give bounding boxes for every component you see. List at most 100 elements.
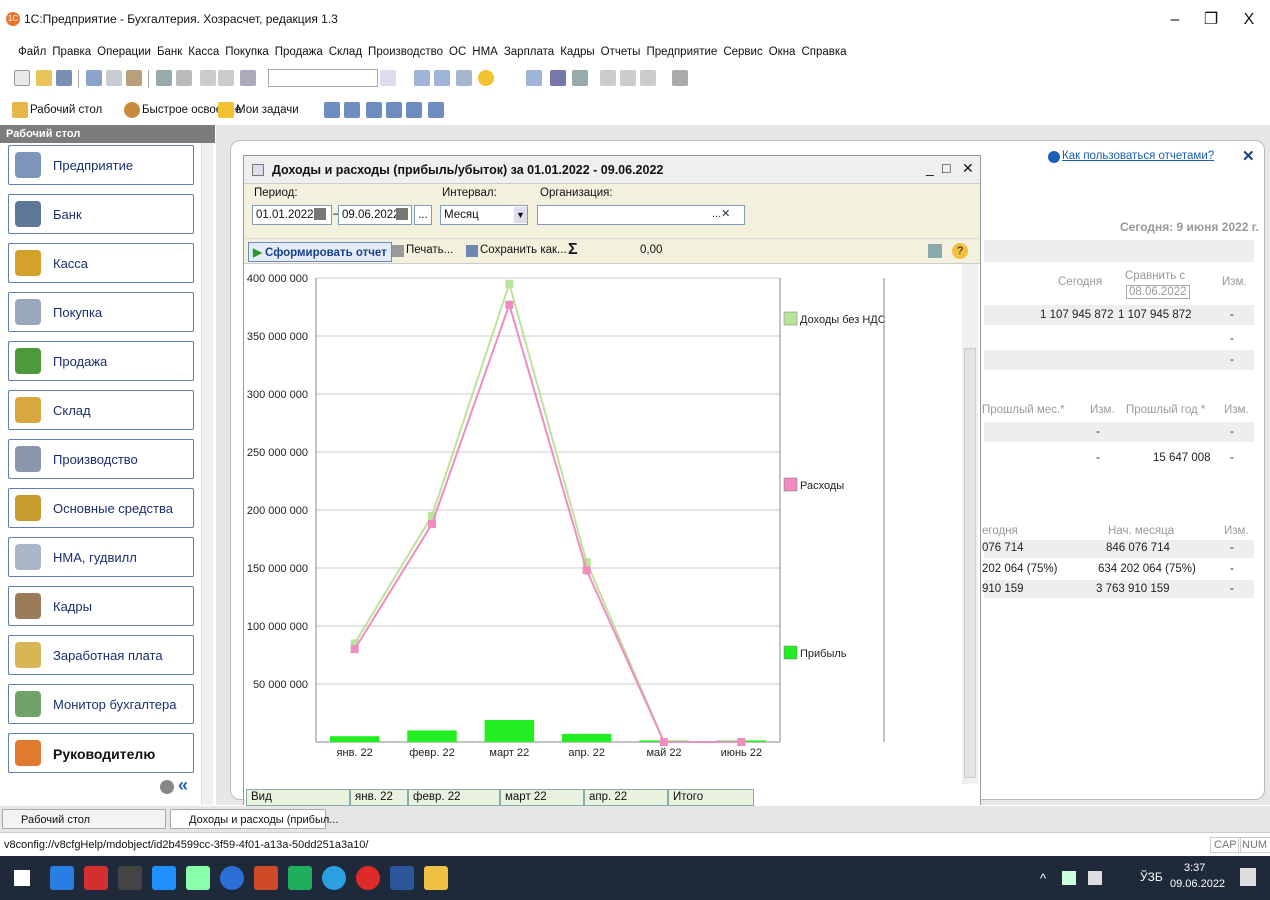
panel-icon-3[interactable] [366,102,382,118]
preview-icon[interactable] [176,70,192,86]
word-icon[interactable] [390,866,414,890]
panel-icon-5[interactable] [406,102,422,118]
menu-bank[interactable]: Банк [154,40,185,64]
period-select-button[interactable]: ... [414,205,432,225]
ie-icon[interactable] [152,866,176,890]
find-next-icon[interactable] [434,70,450,86]
desk-button[interactable]: Рабочий стол [30,104,102,116]
search-icon[interactable] [240,70,256,86]
sidebar-item-enterprise[interactable]: Предприятие [8,145,194,185]
calculator-icon[interactable] [526,70,542,86]
menu-file[interactable]: Файл [0,40,49,64]
menu-salary[interactable]: Зарплата [501,40,557,64]
sidebar-item-production[interactable]: Производство [8,439,194,479]
window-icon[interactable] [456,70,472,86]
paste-icon[interactable] [126,70,142,86]
help-icon[interactable]: ? [952,243,968,259]
forward-icon[interactable] [218,70,234,86]
cut-icon[interactable] [86,70,102,86]
close-button[interactable]: X [1234,6,1264,34]
menu-service[interactable]: Сервис [720,40,765,64]
tab-desktop[interactable]: Рабочий стол [2,809,166,829]
print-button[interactable]: Печать... [406,244,453,256]
menu-cash[interactable]: Касса [185,40,222,64]
maximize-button[interactable]: ❐ [1196,6,1226,34]
dropdown-icon[interactable] [380,70,396,86]
notifications-icon[interactable] [1240,868,1256,886]
compare-date-field[interactable]: 08.06.2022 [1126,285,1190,299]
report-minimize-button[interactable]: _ [926,160,934,176]
menu-edit[interactable]: Правка [49,40,94,64]
volume-icon[interactable] [1088,871,1102,885]
menu-windows[interactable]: Окна [766,40,799,64]
menu-reports[interactable]: Отчеты [598,40,644,64]
explorer-icon[interactable] [50,866,74,890]
menu-sale[interactable]: Продажа [272,40,326,64]
sidebar-item-manager[interactable]: Руководителю [8,733,194,773]
find-icon[interactable] [414,70,430,86]
chevron-down-icon[interactable]: ▼ [514,207,527,223]
panel-icon-6[interactable] [428,102,444,118]
sidebar-item-staff[interactable]: Кадры [8,586,194,626]
menu-enterprise[interactable]: Предприятие [643,40,720,64]
clock-time[interactable]: 3:37 [1184,862,1205,874]
app-icon[interactable] [186,866,210,890]
settings-icon[interactable] [928,244,942,258]
save-icon[interactable] [56,70,72,86]
calendar-icon[interactable] [314,208,326,220]
menu-os[interactable]: ОС [446,40,469,64]
units-icon[interactable] [572,70,588,86]
memory-minus-icon[interactable] [640,70,656,86]
calendar-icon[interactable] [396,208,408,220]
menu-nma[interactable]: НМА [469,40,501,64]
sidebar-item-nma[interactable]: НМА, гудвилл [8,537,194,577]
xm-icon[interactable] [118,866,142,890]
sidebar-item-monitor[interactable]: Монитор бухгалтера [8,684,194,724]
minimize-button[interactable]: – [1160,6,1190,34]
open-icon[interactable] [36,70,52,86]
back-icon[interactable] [200,70,216,86]
menu-warehouse[interactable]: Склад [326,40,365,64]
1c-taskbar-icon[interactable] [424,866,448,890]
sidebar-item-salary[interactable]: Заработная плата [8,635,194,675]
clock-date[interactable]: 09.06.2022 [1170,878,1225,890]
menu-production[interactable]: Производство [365,40,446,64]
close-help-icon[interactable]: ✕ [1242,147,1255,165]
sidebar-scrollbar[interactable] [201,143,213,805]
sidebar-item-cash[interactable]: Касса [8,243,194,283]
settings-icon[interactable] [672,70,688,86]
teamviewer-icon[interactable] [220,866,244,890]
print-icon[interactable] [156,70,172,86]
help-link[interactable]: Как пользоваться отчетами? [1062,150,1214,162]
powerpoint-icon[interactable] [254,866,278,890]
yandex-icon[interactable] [356,866,380,890]
report-maximize-button[interactable]: □ [942,160,950,176]
menu-staff[interactable]: Кадры [557,40,597,64]
menu-help[interactable]: Справка [798,40,849,64]
sidebar-item-purchase[interactable]: Покупка [8,292,194,332]
gear-icon[interactable] [160,780,174,794]
generate-report-button[interactable]: ▶ Сформировать отчет [248,242,392,262]
scrollbar-thumb[interactable] [964,348,976,778]
network-icon[interactable] [1062,871,1076,885]
report-scrollbar[interactable] [962,264,978,784]
telegram-icon[interactable] [322,866,346,890]
panel-icon-2[interactable] [344,102,360,118]
app-e-icon[interactable] [288,866,312,890]
tab-report[interactable]: Доходы и расходы (прибыл... [170,809,338,829]
language-indicator[interactable]: ЎЗБ [1140,870,1163,884]
search-input[interactable] [268,69,378,87]
collapse-icon[interactable]: « [178,775,188,796]
memory-m-icon[interactable] [600,70,616,86]
windows-start-icon[interactable] [14,870,30,886]
calendar-icon[interactable] [550,70,566,86]
org-select-icon[interactable]: ...✕ [712,207,730,220]
sum-icon[interactable]: Σ [568,241,578,259]
panel-icon-1[interactable] [324,102,340,118]
sidebar-item-sale[interactable]: Продажа [8,341,194,381]
sidebar-item-bank[interactable]: Банк [8,194,194,234]
anydesk-icon[interactable] [84,866,108,890]
info-icon[interactable] [478,70,494,86]
menu-purchase[interactable]: Покупка [222,40,271,64]
tasks-button[interactable]: Мои задачи [236,104,299,116]
